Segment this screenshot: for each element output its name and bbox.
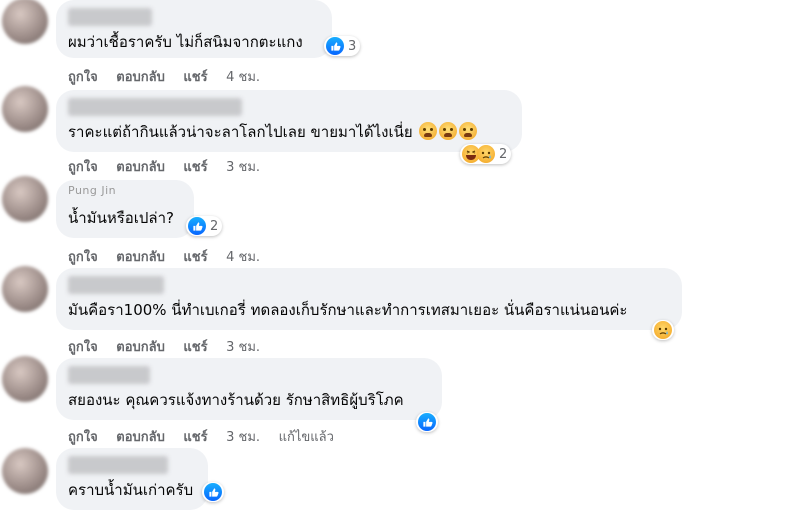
reaction-count: 2 bbox=[499, 146, 508, 162]
comment-bubble: มันคือรา100% นี่ทำเบเกอรี่ ทดลองเก็บรักษ… bbox=[56, 268, 682, 330]
author-name[interactable]: Pung Jin bbox=[68, 186, 182, 198]
like-link[interactable]: ถูกใจ bbox=[68, 160, 98, 175]
comment-bubble: ผมว่าเชื้อราครับ ไม่ก็สนิมจากตะแกง bbox=[56, 0, 332, 58]
reaction-summary[interactable]: 2 bbox=[186, 216, 223, 236]
comment-bubble: Pung Jin น้ำมันหรือเปล่า? bbox=[56, 180, 194, 238]
comment-text: ราคะแต่ถ้ากินแล้วน่าจะลาโลกไปเลย ขายมาได… bbox=[68, 122, 510, 142]
timestamp[interactable]: 3 ชม. bbox=[226, 430, 260, 445]
avatar[interactable] bbox=[2, 448, 48, 494]
comment-actions: ถูกใจ ตอบกลับ แชร์ 4 ชม. bbox=[68, 246, 274, 267]
comment-actions: ถูกใจ ตอบกลับ แชร์ 3 ชม. แก้ไขแล้ว bbox=[68, 426, 348, 447]
comment-bubble: คราบน้ำมันเก่าครับ bbox=[56, 448, 208, 510]
comment-bubble: สยองนะ คุณควรแจ้งทางร้านด้วย รักษาสิทธิผ… bbox=[56, 358, 442, 420]
timestamp[interactable]: 4 ชม. bbox=[226, 250, 260, 265]
avatar[interactable] bbox=[2, 266, 48, 312]
sad-reaction-icon bbox=[654, 321, 672, 339]
like-link[interactable]: ถูกใจ bbox=[68, 430, 98, 445]
crying-face-icon bbox=[459, 122, 478, 140]
avatar[interactable] bbox=[2, 356, 48, 402]
like-link[interactable]: ถูกใจ bbox=[68, 250, 98, 265]
reaction-count: 2 bbox=[210, 218, 219, 234]
like-reaction-icon bbox=[204, 483, 222, 501]
blurred-author-name[interactable] bbox=[68, 366, 150, 384]
share-link[interactable]: แชร์ bbox=[183, 70, 207, 85]
like-reaction-icon bbox=[188, 217, 206, 235]
reply-link[interactable]: ตอบกลับ bbox=[116, 430, 165, 445]
comment-text: ผมว่าเชื้อราครับ ไม่ก็สนิมจากตะแกง bbox=[68, 33, 303, 51]
timestamp[interactable]: 3 ชม. bbox=[226, 340, 260, 355]
reaction-summary[interactable] bbox=[652, 320, 674, 340]
reply-link[interactable]: ตอบกลับ bbox=[116, 160, 165, 175]
avatar[interactable] bbox=[2, 86, 48, 132]
like-link[interactable]: ถูกใจ bbox=[68, 70, 98, 85]
avatar[interactable] bbox=[2, 0, 48, 44]
reaction-count: 3 bbox=[348, 38, 357, 54]
reply-link[interactable]: ตอบกลับ bbox=[116, 70, 165, 85]
edited-label[interactable]: แก้ไขแล้ว bbox=[279, 430, 334, 445]
share-link[interactable]: แชร์ bbox=[183, 340, 207, 355]
comment-actions: ถูกใจ ตอบกลับ แชร์ 3 ชม. bbox=[68, 336, 274, 357]
share-link[interactable]: แชร์ bbox=[183, 160, 207, 175]
comment-text: คราบน้ำมันเก่าครับ bbox=[68, 481, 194, 499]
blurred-author-name[interactable] bbox=[68, 456, 168, 474]
reply-link[interactable]: ตอบกลับ bbox=[116, 250, 165, 265]
crying-face-icon bbox=[419, 122, 438, 140]
sad-reaction-icon bbox=[477, 145, 495, 163]
blurred-author-name[interactable] bbox=[68, 98, 242, 116]
comment-bubble: ราคะแต่ถ้ากินแล้วน่าจะลาโลกไปเลย ขายมาได… bbox=[56, 90, 522, 152]
reaction-summary[interactable]: 3 bbox=[324, 36, 361, 56]
like-reaction-icon bbox=[326, 37, 344, 55]
share-link[interactable]: แชร์ bbox=[183, 250, 207, 265]
crying-face-icon bbox=[439, 122, 458, 140]
reply-link[interactable]: ตอบกลับ bbox=[116, 340, 165, 355]
timestamp[interactable]: 4 ชม. bbox=[226, 70, 260, 85]
like-reaction-icon bbox=[418, 413, 436, 431]
reaction-summary[interactable]: 2 bbox=[460, 144, 512, 164]
comment-text: น้ำมันหรือเปล่า? bbox=[68, 209, 174, 227]
comment-actions: ถูกใจ ตอบกลับ แชร์ 4 ชม. bbox=[68, 66, 274, 87]
reaction-summary[interactable] bbox=[416, 412, 438, 432]
reaction-summary[interactable] bbox=[202, 482, 224, 502]
like-link[interactable]: ถูกใจ bbox=[68, 340, 98, 355]
comment-text: มันคือรา100% นี่ทำเบเกอรี่ ทดลองเก็บรักษ… bbox=[68, 301, 628, 319]
blurred-author-name[interactable] bbox=[68, 276, 164, 294]
comment-text-content: ราคะแต่ถ้ากินแล้วน่าจะลาโลกไปเลย ขายมาได… bbox=[68, 123, 413, 141]
comment-text: สยองนะ คุณควรแจ้งทางร้านด้วย รักษาสิทธิผ… bbox=[68, 391, 404, 409]
share-link[interactable]: แชร์ bbox=[183, 430, 207, 445]
avatar[interactable] bbox=[2, 176, 48, 222]
blurred-author-name[interactable] bbox=[68, 8, 152, 26]
timestamp[interactable]: 3 ชม. bbox=[226, 160, 260, 175]
comment-actions: ถูกใจ ตอบกลับ แชร์ 3 ชม. bbox=[68, 156, 274, 177]
